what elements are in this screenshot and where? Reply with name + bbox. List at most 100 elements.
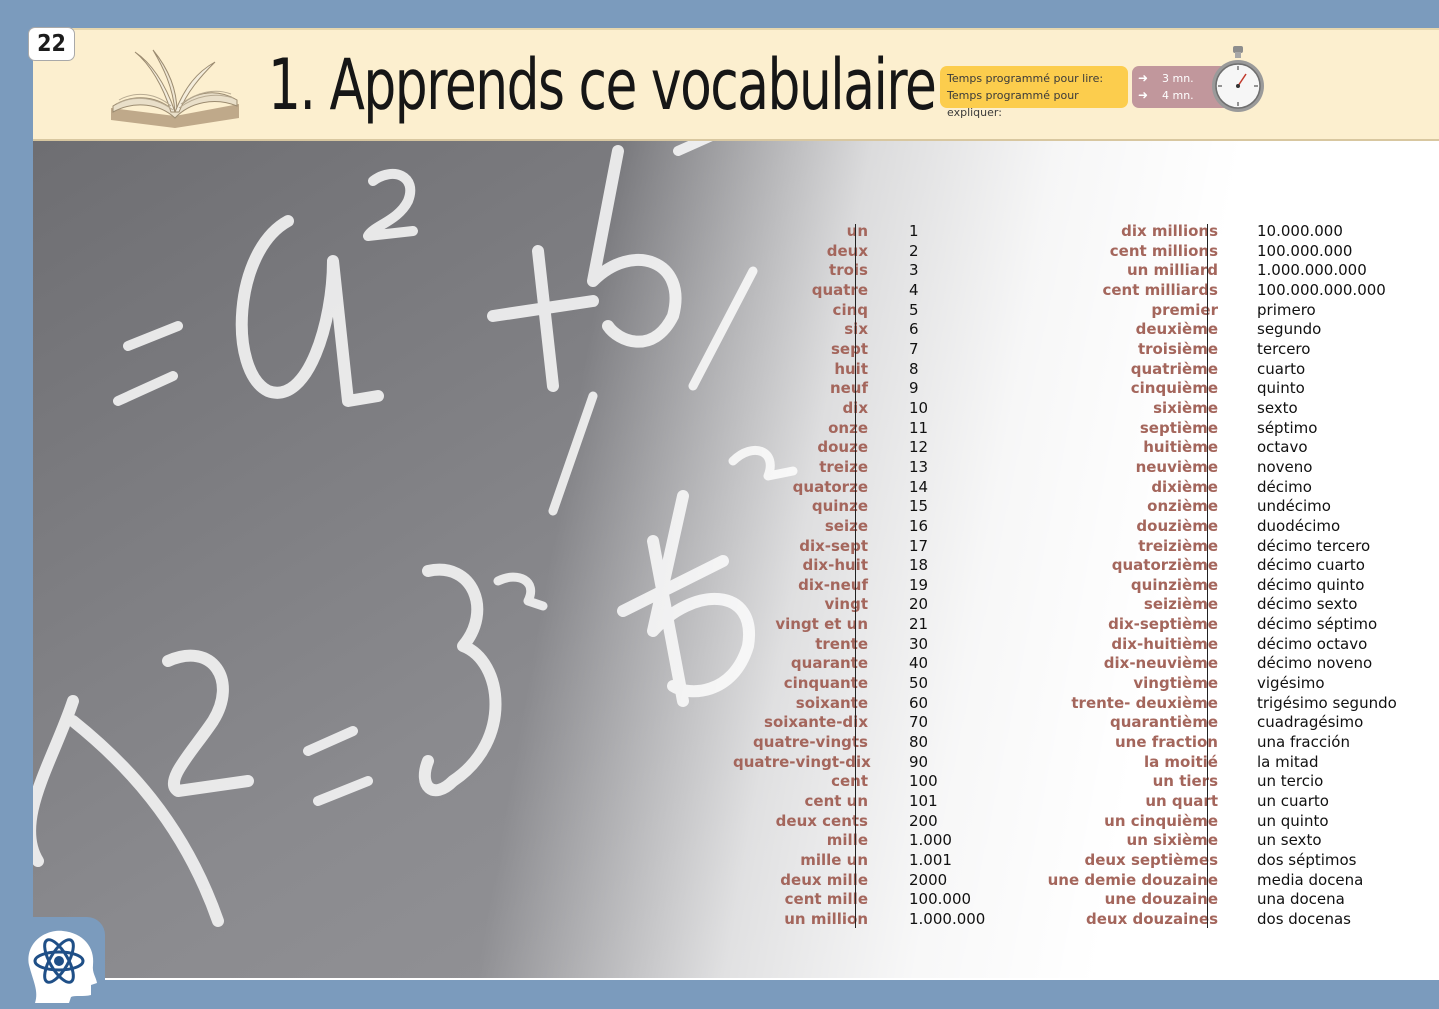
term-value: décimo tercero bbox=[1257, 536, 1371, 555]
term-value: 18 bbox=[909, 556, 929, 575]
term-value: octavo bbox=[1257, 438, 1308, 457]
term-value: un sexto bbox=[1257, 831, 1322, 850]
vocabulary-row: une fraction una fracción bbox=[1033, 733, 1397, 753]
stopwatch-icon bbox=[1212, 46, 1264, 112]
french-term: un sixième bbox=[1126, 831, 1218, 850]
vocabulary-row: quatre-vingt-dix 90 bbox=[733, 753, 985, 773]
vocabulary-row: cinq 5 bbox=[733, 301, 985, 321]
french-term: la moitié bbox=[1143, 752, 1218, 771]
french-term: trois bbox=[829, 261, 868, 280]
vocabulary-row: mille 1.000 bbox=[733, 831, 985, 851]
french-term: dix-neuf bbox=[798, 575, 868, 594]
vocabulary-row: septième séptimo bbox=[1033, 419, 1397, 439]
vocabulary-row: un million 1.000.000 bbox=[733, 910, 985, 930]
term-value: décimo octavo bbox=[1257, 634, 1368, 653]
vocabulary-row: treizième décimo tercero bbox=[1033, 537, 1397, 557]
french-term: treizième bbox=[1138, 536, 1218, 555]
vocabulary-row: un quart un cuarto bbox=[1033, 792, 1397, 812]
term-value: 10.000.000 bbox=[1257, 222, 1343, 240]
french-term: quinzième bbox=[1130, 575, 1218, 594]
french-term: quatorze bbox=[792, 477, 868, 496]
french-term: trente bbox=[815, 634, 868, 653]
vocabulary-row: mille un 1.001 bbox=[733, 851, 985, 871]
vocabulary-row: un tiers un tercio bbox=[1033, 772, 1397, 792]
french-term: mille un bbox=[800, 851, 868, 869]
vocabulary-row: soixante-dix 70 bbox=[733, 713, 985, 733]
french-term: cinquante bbox=[783, 674, 868, 693]
french-term: dix-septième bbox=[1108, 615, 1218, 634]
french-term: troisième bbox=[1137, 339, 1218, 358]
term-value: 4 bbox=[909, 280, 919, 299]
term-value: undécimo bbox=[1257, 497, 1331, 516]
french-term: dixième bbox=[1151, 477, 1218, 496]
term-value: noveno bbox=[1257, 457, 1313, 476]
vocabulary-row: quatre-vingts 80 bbox=[733, 733, 985, 753]
vocabulary-row: sept 7 bbox=[733, 340, 985, 360]
term-value: 15 bbox=[909, 497, 929, 516]
term-value: 13 bbox=[909, 457, 929, 476]
term-value: 6 bbox=[909, 320, 919, 339]
term-value: 30 bbox=[909, 634, 929, 653]
term-value: décimo quinto bbox=[1257, 575, 1365, 594]
term-value: quinto bbox=[1257, 379, 1305, 398]
open-book-icon bbox=[111, 49, 239, 128]
french-term: sept bbox=[830, 339, 868, 358]
term-value: 40 bbox=[909, 654, 929, 673]
term-value: media docena bbox=[1257, 870, 1364, 889]
term-value: 7 bbox=[909, 339, 919, 358]
vocabulary-row: douze 12 bbox=[733, 438, 985, 458]
term-value: primero bbox=[1257, 300, 1316, 319]
term-value: 80 bbox=[909, 733, 929, 752]
vocabulary-row: deux douzaines dos docenas bbox=[1033, 910, 1397, 930]
read-time-value: 3 mn. bbox=[1162, 72, 1194, 85]
vocabulary-row: une douzaine una docena bbox=[1033, 890, 1397, 910]
vocabulary-row: cinquième quinto bbox=[1033, 379, 1397, 399]
term-value: 1.000 bbox=[909, 831, 952, 850]
explain-time-label: Temps programmé pour expliquer: bbox=[947, 89, 1079, 119]
french-term: dix bbox=[733, 399, 868, 419]
french-term: trente- deuxième bbox=[1071, 693, 1218, 712]
term-value: 16 bbox=[909, 516, 929, 535]
vocabulary-row: deux mille 2000 bbox=[733, 871, 985, 891]
french-term: dix millions bbox=[1121, 222, 1218, 240]
vocabulary-row: dixième décimo bbox=[1033, 478, 1397, 498]
term-value: cuadragésimo bbox=[1257, 713, 1364, 732]
term-value: 2 bbox=[909, 241, 919, 260]
vocabulary-row: premier primero bbox=[1033, 301, 1397, 321]
french-term: soixante-dix bbox=[764, 713, 868, 732]
french-term: quinze bbox=[811, 497, 868, 516]
term-value: 50 bbox=[909, 674, 929, 693]
term-value: 70 bbox=[909, 713, 929, 732]
vocabulary-row: neuf 9 bbox=[733, 379, 985, 399]
french-term: mille bbox=[826, 831, 868, 850]
french-term: cent millions bbox=[1109, 241, 1218, 260]
vocabulary-row: vingt et un 21 bbox=[733, 615, 985, 635]
term-value: 5 bbox=[909, 300, 919, 319]
french-term: quatrième bbox=[1130, 359, 1218, 378]
french-term: deux mille bbox=[780, 870, 868, 889]
french-term: huit bbox=[834, 359, 868, 378]
term-value: 20 bbox=[909, 595, 929, 614]
vocabulary-row: neuvième noveno bbox=[1033, 458, 1397, 478]
vocabulary-row: dix-septième décimo séptimo bbox=[1033, 615, 1397, 635]
vocabulary-row: six 6 bbox=[733, 320, 985, 340]
french-term: deux douzaines bbox=[1086, 909, 1218, 928]
term-value: 100.000 bbox=[909, 890, 972, 909]
french-term: quatre bbox=[811, 280, 868, 299]
term-value: 2000 bbox=[909, 870, 948, 889]
vocabulary-row: trente- deuxième trigésimo segundo bbox=[1033, 693, 1396, 714]
french-term: quarante bbox=[790, 654, 868, 673]
term-value: décimo sexto bbox=[1257, 595, 1358, 614]
header: 1. Apprends ce vocabulaire Temps program… bbox=[28, 27, 1439, 141]
read-time-label: Temps programmé pour lire: bbox=[947, 72, 1104, 85]
french-term: une fraction bbox=[1115, 733, 1218, 752]
french-term: neuvième bbox=[1135, 457, 1218, 476]
arrow-right-icon: ➜ bbox=[1138, 88, 1149, 102]
french-term: un cinquième bbox=[1104, 811, 1218, 830]
term-value: 1.001 bbox=[909, 851, 952, 869]
french-term: cinq bbox=[832, 300, 868, 319]
french-term: quatre-vingt-dix bbox=[733, 752, 871, 771]
french-term: septième bbox=[1139, 418, 1218, 437]
column-divider-left bbox=[855, 224, 856, 928]
term-value: 100.000.000 bbox=[1257, 241, 1353, 260]
